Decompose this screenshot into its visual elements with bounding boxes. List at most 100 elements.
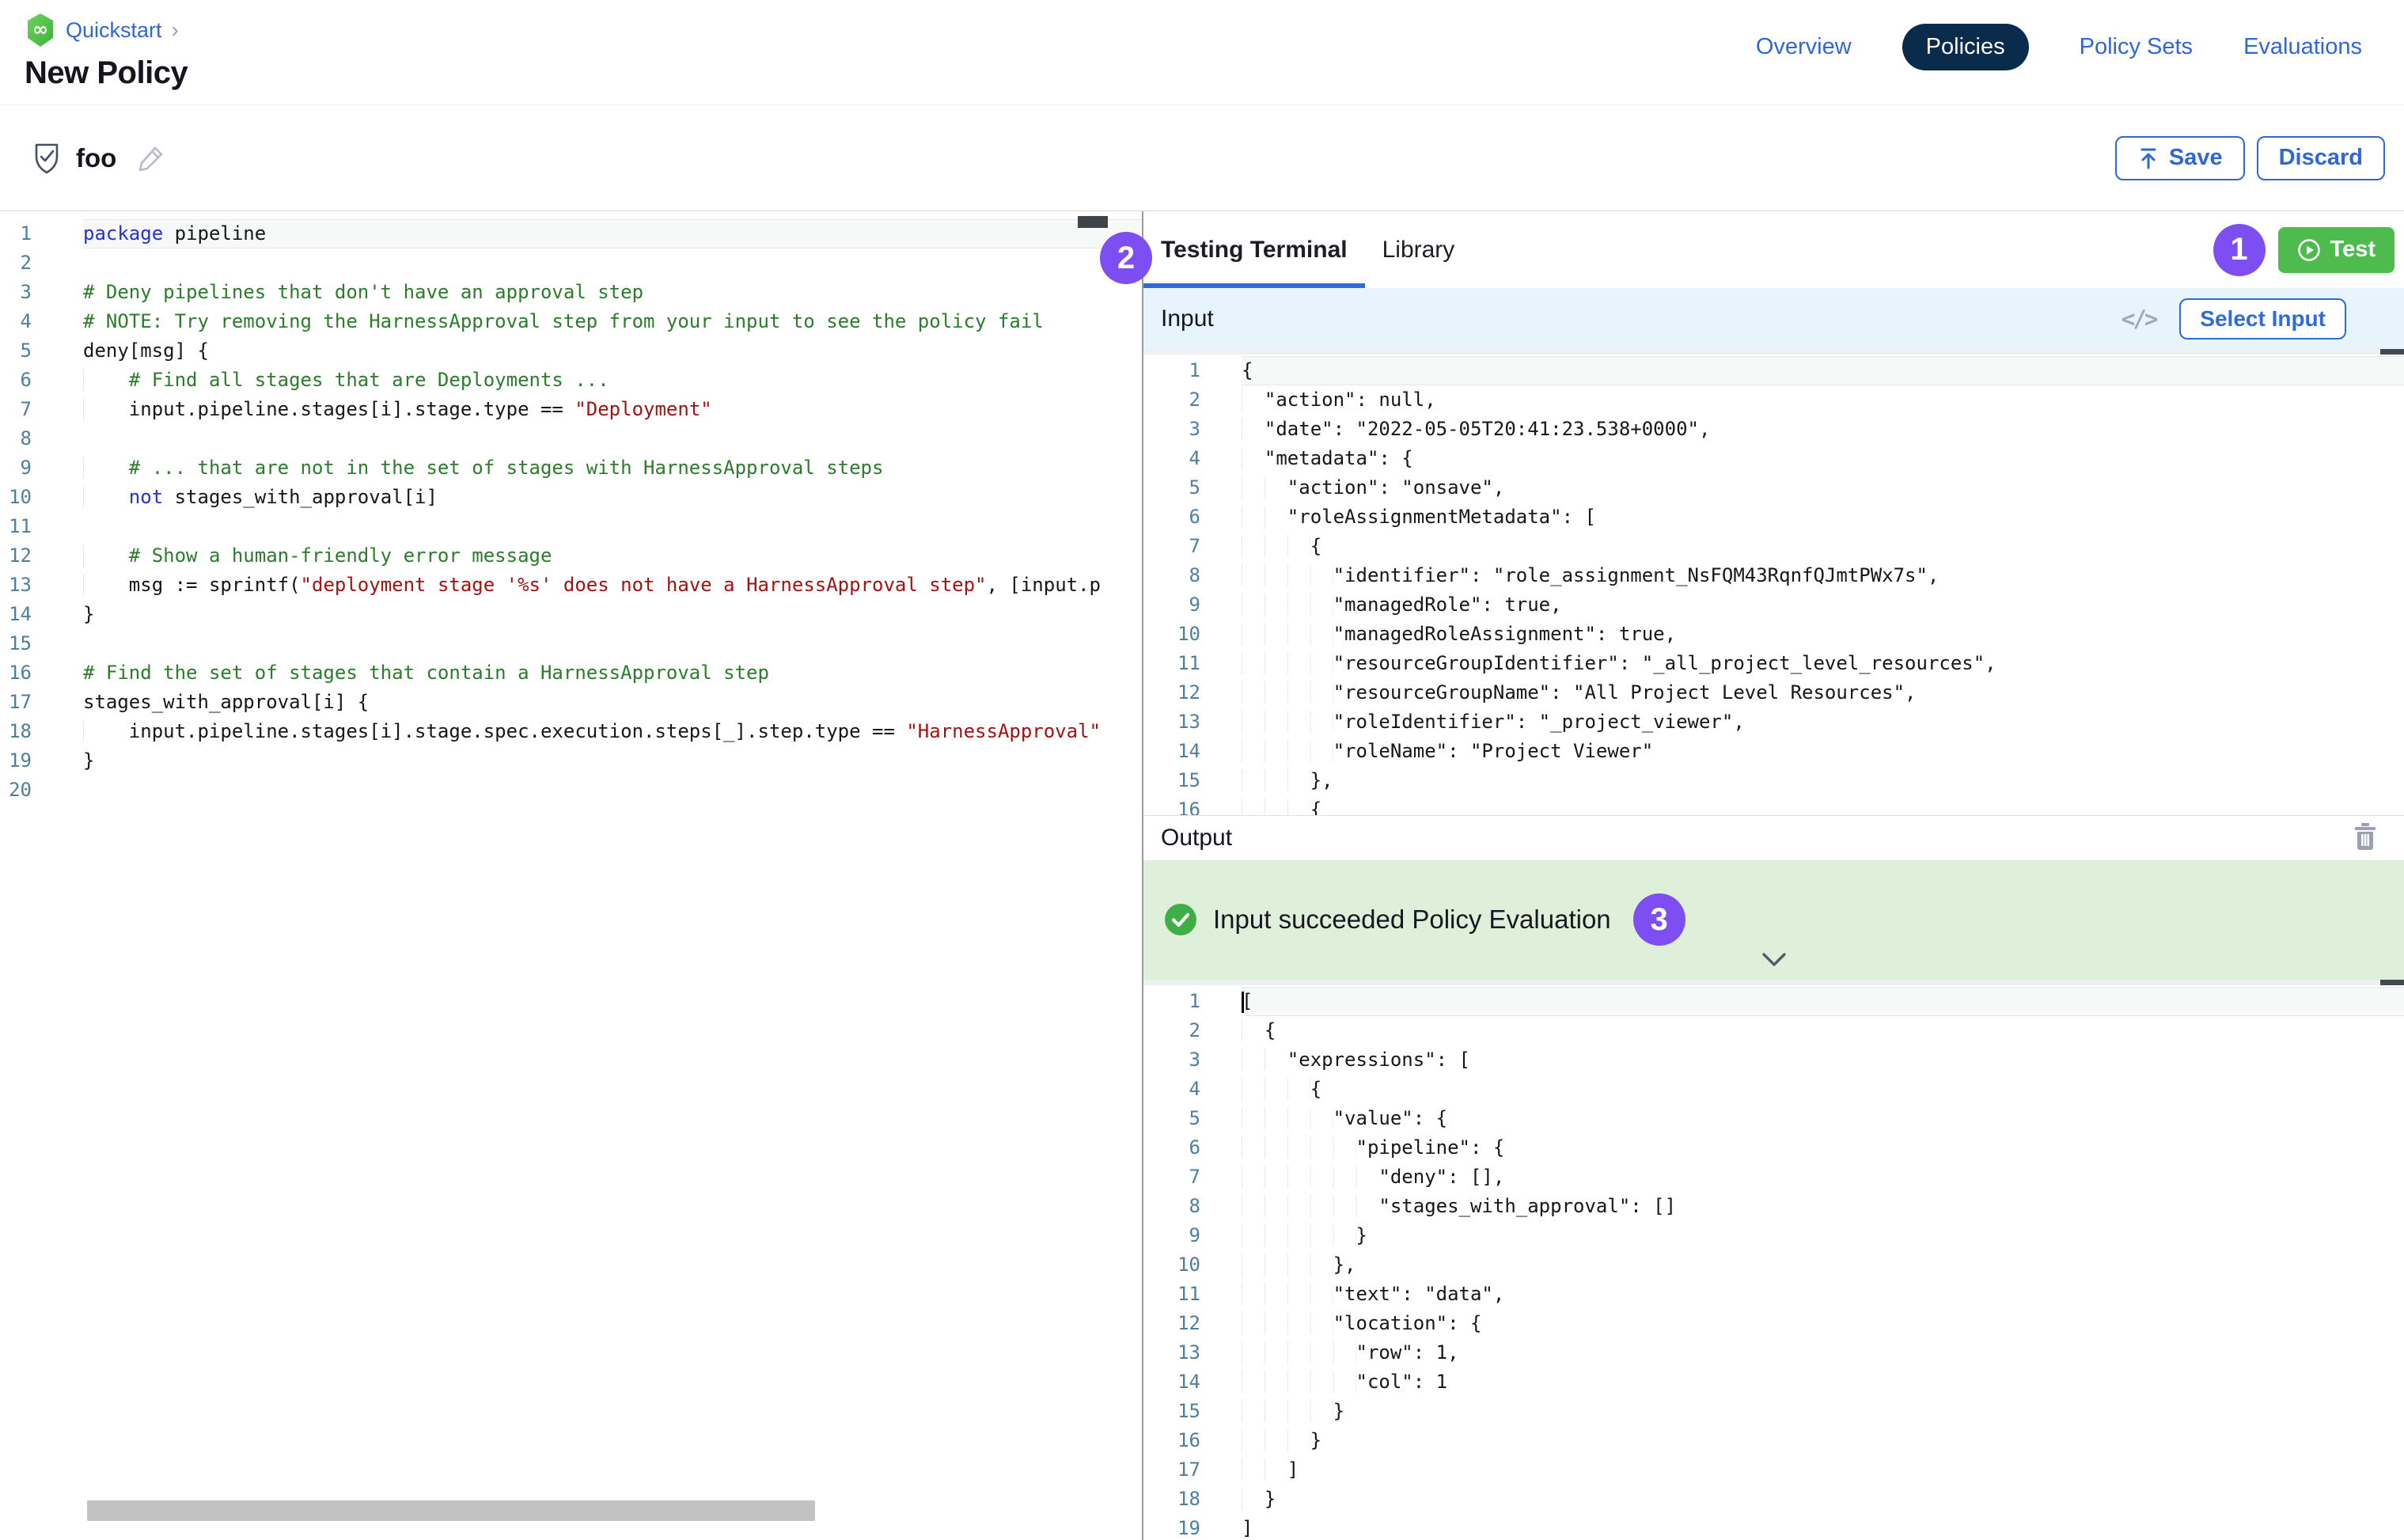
code-line: 2 {: [1143, 1016, 2404, 1045]
line-number: 4: [1143, 444, 1200, 473]
code-line: 9 }: [1143, 1221, 2404, 1250]
line-number: 10: [1143, 620, 1200, 649]
line-number: 8: [1143, 1192, 1200, 1221]
select-input-button[interactable]: Select Input: [2179, 298, 2346, 339]
line-number: 10: [0, 483, 32, 512]
editor-vertical-scrollbar[interactable]: [1078, 216, 1108, 228]
save-button[interactable]: Save: [2115, 136, 2245, 180]
terminal-tabrow: Testing TerminalLibrary 1 Test: [1143, 211, 2404, 288]
code-line: 3# Deny pipelines that don't have an app…: [0, 278, 1142, 307]
code-line: 5 "value": {: [1143, 1104, 2404, 1133]
line-number: 15: [0, 629, 32, 658]
tab-library[interactable]: Library: [1365, 211, 1473, 288]
code-line: 5deny[msg] {: [0, 336, 1142, 366]
line-number: 10: [1143, 1250, 1200, 1280]
banner-expand-chevron[interactable]: [1143, 950, 2404, 969]
trash-icon[interactable]: [2353, 823, 2377, 854]
output-scrollbar-handle[interactable]: [2380, 980, 2404, 985]
line-number: 6: [1143, 503, 1200, 532]
breadcrumb: ∞ Quickstart ›: [25, 13, 188, 47]
line-number: 2: [1143, 1016, 1200, 1045]
code-line: 10 },: [1143, 1250, 2404, 1280]
discard-button[interactable]: Discard: [2257, 136, 2385, 180]
policy-name: foo: [76, 143, 116, 173]
breadcrumb-chevron-icon: ›: [172, 17, 179, 43]
code-line: 4# NOTE: Try removing the HarnessApprova…: [0, 307, 1142, 336]
input-code-lines[interactable]: 1{2 "action": null,3 "date": "2022-05-05…: [1143, 349, 2404, 815]
output-code-lines[interactable]: 1[2 {3 "expressions": [4 {5 "value": {6 …: [1143, 980, 2404, 1540]
code-line: 2: [0, 248, 1142, 278]
input-code-editor[interactable]: 1{2 "action": null,3 "date": "2022-05-05…: [1143, 349, 2404, 815]
input-scrollbar-handle[interactable]: [2380, 349, 2404, 355]
policy-code-lines[interactable]: 1package pipeline23# Deny pipelines that…: [0, 211, 1142, 1540]
code-view-icon[interactable]: </>: [2122, 305, 2156, 332]
output-scrollbar-track: [1143, 980, 2404, 985]
code-line: 16 }: [1143, 1426, 2404, 1455]
line-number: 1: [1143, 356, 1200, 385]
editor-horizontal-scrollbar[interactable]: [87, 1500, 815, 1521]
line-number: 1: [1143, 987, 1200, 1016]
line-number: 9: [1143, 1221, 1200, 1250]
code-line: 11 "resourceGroupIdentifier": "_all_proj…: [1143, 649, 2404, 678]
annotation-badge-2: 2: [1100, 232, 1152, 284]
code-line: 15 },: [1143, 766, 2404, 795]
policy-shield-icon: [32, 142, 62, 175]
output-section-header: Output: [1143, 815, 2404, 860]
output-code-editor[interactable]: 1[2 {3 "expressions": [4 {5 "value": {6 …: [1143, 980, 2404, 1540]
line-number: 19: [0, 746, 32, 776]
policy-code-editor[interactable]: 1package pipeline23# Deny pipelines that…: [0, 211, 1142, 1540]
code-line: 15 }: [1143, 1397, 2404, 1426]
top-nav: Overview Policies Policy Sets Evaluations: [1705, 24, 2362, 70]
code-line: 2 "action": null,: [1143, 385, 2404, 415]
line-number: 5: [1143, 1104, 1200, 1133]
line-number: 3: [1143, 415, 1200, 444]
line-number: 3: [0, 278, 32, 307]
code-line: 4 {: [1143, 1075, 2404, 1104]
code-line: 17 ]: [1143, 1455, 2404, 1485]
page-header: ∞ Quickstart › New Policy Overview Polici…: [0, 0, 2404, 105]
code-line: 14 "roleName": "Project Viewer": [1143, 737, 2404, 766]
edit-policy-name-icon[interactable]: [135, 142, 167, 174]
line-number: 13: [0, 571, 32, 600]
test-button[interactable]: Test: [2278, 227, 2395, 273]
breadcrumb-link-project[interactable]: Quickstart: [66, 18, 162, 43]
nav-evaluations[interactable]: Evaluations: [2243, 34, 2362, 60]
code-line: 12 "resourceGroupName": "All Project Lev…: [1143, 678, 2404, 707]
tab-testing-terminal[interactable]: Testing Terminal: [1143, 211, 1365, 288]
line-number: 5: [0, 336, 32, 366]
line-number: 14: [0, 600, 32, 629]
line-number: 12: [1143, 1309, 1200, 1338]
nav-policies[interactable]: Policies: [1902, 24, 2029, 70]
line-number: 19: [1143, 1514, 1200, 1540]
code-line: 18 input.pipeline.stages[i].stage.spec.e…: [0, 717, 1142, 746]
code-line: 13 msg := sprintf("deployment stage '%s'…: [0, 571, 1142, 600]
line-number: 3: [1143, 1045, 1200, 1075]
code-line: 13 "roleIdentifier": "_project_viewer",: [1143, 707, 2404, 737]
line-number: 12: [0, 541, 32, 571]
line-number: 17: [1143, 1455, 1200, 1485]
success-check-icon: [1164, 903, 1197, 936]
nav-overview[interactable]: Overview: [1756, 34, 1852, 60]
code-line: 7 {: [1143, 532, 2404, 561]
line-number: 2: [1143, 385, 1200, 415]
nav-policy-sets[interactable]: Policy Sets: [2080, 34, 2193, 60]
line-number: 5: [1143, 473, 1200, 503]
line-number: 4: [1143, 1075, 1200, 1104]
line-number: 14: [1143, 1367, 1200, 1397]
code-line: 6 "roleAssignmentMetadata": [: [1143, 503, 2404, 532]
code-line: 19]: [1143, 1514, 2404, 1540]
harness-project-icon: ∞: [25, 13, 56, 47]
line-number: 11: [1143, 1280, 1200, 1309]
code-line: 12 "location": {: [1143, 1309, 2404, 1338]
line-number: 7: [1143, 532, 1200, 561]
code-line: 7 "deny": [],: [1143, 1163, 2404, 1192]
code-line: 3 "date": "2022-05-05T20:41:23.538+0000"…: [1143, 415, 2404, 444]
line-number: 7: [1143, 1163, 1200, 1192]
line-number: 18: [0, 717, 32, 746]
code-line: 8: [0, 424, 1142, 453]
code-line: 13 "row": 1,: [1143, 1338, 2404, 1367]
line-number: 4: [0, 307, 32, 336]
line-number: 9: [0, 453, 32, 483]
page-title: New Policy: [25, 55, 188, 91]
code-line: 16 {: [1143, 795, 2404, 815]
